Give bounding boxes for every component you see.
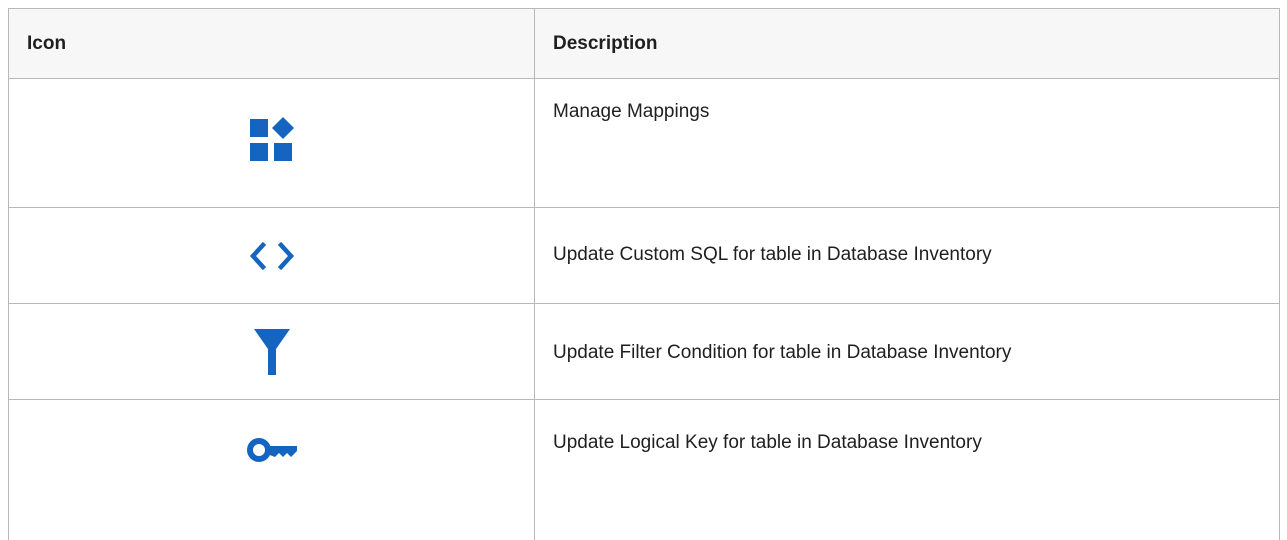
- description-cell: Manage Mappings: [553, 101, 710, 122]
- code-icon: [249, 241, 294, 270]
- icon-cell: [9, 304, 535, 399]
- table-row: Update Filter Condition for table in Dat…: [9, 304, 1279, 400]
- header-icon: Icon: [9, 9, 535, 78]
- description-cell: Update Filter Condition for table in Dat…: [553, 342, 1012, 363]
- table-row: Update Custom SQL for table in Database …: [9, 208, 1279, 304]
- icon-cell: [9, 208, 535, 303]
- table-row: Update Logical Key for table in Database…: [9, 400, 1279, 540]
- manage-mappings-icon: [249, 117, 294, 161]
- filter-icon: [253, 328, 290, 375]
- icon-cell: [9, 400, 535, 540]
- table-header-row: Icon Description: [9, 9, 1279, 79]
- description-cell: Update Custom SQL for table in Database …: [553, 244, 992, 265]
- icon-cell: [9, 79, 535, 207]
- table-row: Manage Mappings: [9, 79, 1279, 208]
- description-cell: Update Logical Key for table in Database…: [553, 432, 982, 453]
- header-description: Description: [553, 32, 658, 54]
- icon-description-table: Icon Description Manage Mappings Update …: [8, 8, 1280, 540]
- key-icon: [246, 438, 297, 462]
